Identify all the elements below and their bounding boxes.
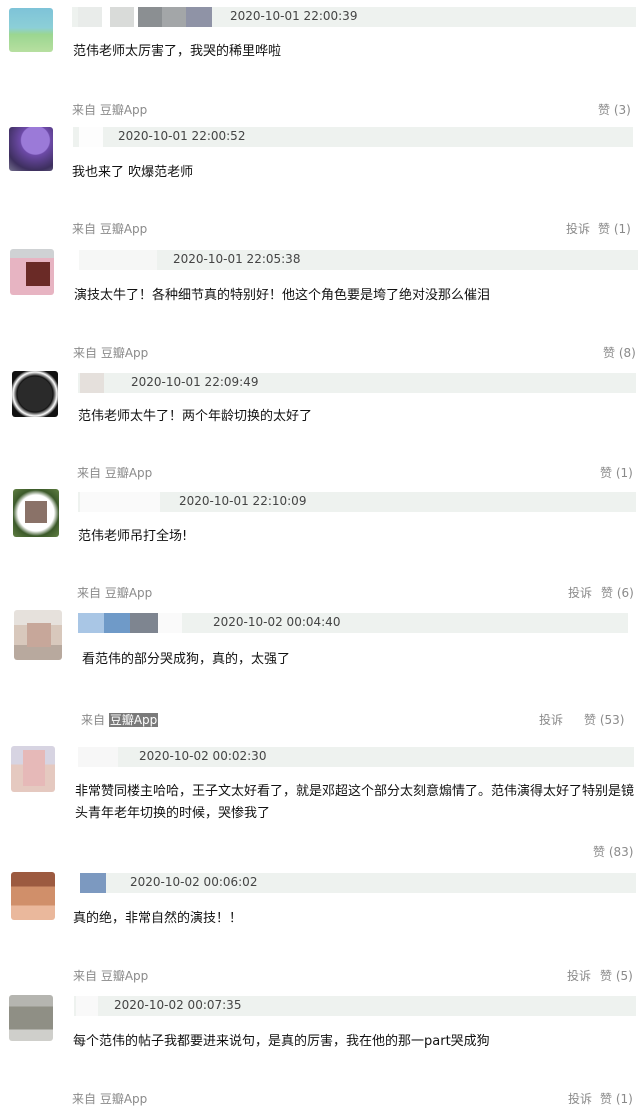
comment-header-bar: 2020-10-01 22:00:52	[73, 127, 633, 147]
comment-footer: 来自 豆瓣App 投诉 赞 (5)	[0, 967, 640, 985]
source-app-link[interactable]: 豆瓣App	[101, 969, 148, 983]
source-label: 来自 豆瓣App	[72, 101, 147, 118]
report-button[interactable]: 投诉	[568, 584, 592, 601]
comment-text: 我也来了 吹爆范老师	[72, 165, 194, 180]
comment-header-bar: 2020-10-01 22:00:39	[72, 7, 636, 27]
avatar[interactable]	[11, 872, 55, 920]
comment-footer: 来自 豆瓣App 赞 (8)	[0, 344, 640, 362]
comment-time: 2020-10-02 00:07:35	[114, 998, 242, 1012]
comment-text: 真的绝，非常自然的演技！！	[73, 911, 243, 926]
comment-text-line: 头青年老年切换的时候，哭惨我了	[75, 806, 271, 821]
redacted-username	[80, 492, 160, 512]
source-label: 来自 豆瓣App	[72, 220, 147, 237]
redacted-username	[79, 127, 103, 147]
comment-time: 2020-10-01 22:00:39	[230, 9, 358, 23]
avatar[interactable]	[11, 746, 55, 792]
comment-header-bar: 2020-10-01 22:09:49	[78, 373, 636, 393]
avatar[interactable]	[13, 489, 59, 537]
source-app-link[interactable]: 豆瓣App	[105, 586, 152, 600]
comment-time: 2020-10-02 00:06:02	[130, 875, 258, 889]
source-app-link[interactable]: 豆瓣App	[105, 466, 152, 480]
avatar-mosaic	[23, 750, 45, 786]
avatar[interactable]	[12, 371, 58, 417]
report-button[interactable]: 投诉	[568, 1090, 592, 1107]
comment-header-bar: 2020-10-01 22:05:38	[79, 250, 638, 270]
source-prefix: 来自	[72, 103, 97, 117]
comment-footer: 来自 豆瓣App 赞 (3)	[0, 101, 640, 119]
redacted-username	[80, 373, 104, 393]
comment-header-bar: 2020-10-02 00:06:02	[80, 873, 636, 893]
avatar-mosaic	[26, 262, 50, 286]
comment-footer: 赞 (83)	[0, 843, 640, 861]
comment-time: 2020-10-01 22:05:38	[173, 252, 301, 266]
report-button[interactable]: 投诉	[567, 967, 591, 984]
source-label: 来自 豆瓣App	[77, 584, 152, 601]
redacted-username	[78, 7, 212, 27]
comment-time: 2020-10-01 22:09:49	[131, 375, 259, 389]
source-label: 来自 豆瓣App	[77, 464, 152, 481]
avatar[interactable]	[14, 610, 62, 660]
comment-header-bar: 2020-10-02 00:02:30	[78, 747, 634, 767]
report-button[interactable]: 投诉	[566, 220, 590, 237]
source-prefix: 来自	[72, 1092, 97, 1106]
comment-footer: 来自 豆瓣App 投诉 赞 (1)	[0, 220, 640, 238]
source-app-link[interactable]: 豆瓣App	[100, 1092, 147, 1106]
comment-time: 2020-10-02 00:02:30	[139, 749, 267, 763]
comment-text: 范伟老师太牛了！两个年龄切换的太好了	[78, 409, 313, 424]
avatar-mosaic	[27, 623, 51, 647]
avatar[interactable]	[10, 249, 54, 295]
avatar[interactable]	[9, 995, 53, 1041]
comment-text: 看范伟的部分哭成狗，真的，太强了	[82, 652, 291, 667]
comment-text-line: 非常赞同楼主哈哈，王子文太好看了，就是邓超这个部分太刻意煽情了。范伟演得太好了特…	[75, 784, 635, 799]
redacted-username	[78, 613, 182, 633]
source-app-link[interactable]: 豆瓣App	[100, 103, 147, 117]
source-prefix: 来自	[72, 222, 97, 236]
source-label: 来自 豆瓣App	[73, 967, 148, 984]
redacted-username	[76, 996, 98, 1016]
source-prefix: 来自	[77, 586, 102, 600]
comment-text: 范伟老师太厉害了，我哭的稀里哗啦	[73, 44, 282, 59]
comment-header-bar: 2020-10-01 22:10:09	[78, 492, 636, 512]
redacted-username	[80, 873, 106, 893]
comment-footer: 来自 豆瓣App 投诉 赞 (53)	[0, 711, 640, 729]
comment-footer: 来自 豆瓣App 赞 (1)	[0, 464, 640, 482]
avatar[interactable]	[9, 127, 53, 171]
avatar[interactable]	[9, 8, 53, 52]
source-prefix: 来自	[73, 969, 98, 983]
like-button[interactable]: 赞 (6)	[601, 584, 634, 601]
source-app-link[interactable]: 豆瓣App	[108, 713, 159, 727]
source-app-link[interactable]: 豆瓣App	[101, 346, 148, 360]
source-prefix: 来自	[81, 713, 106, 727]
comment-text: 演技太牛了！各种细节真的特别好！他这个角色要是垮了绝对没那么催泪	[74, 288, 491, 303]
like-button[interactable]: 赞 (8)	[603, 344, 636, 361]
source-prefix: 来自	[77, 466, 102, 480]
source-label: 来自 豆瓣App	[81, 711, 159, 728]
comment-time: 2020-10-01 22:00:52	[118, 129, 246, 143]
like-button[interactable]: 赞 (3)	[598, 101, 631, 118]
comment-header-bar: 2020-10-02 00:04:40	[78, 613, 628, 633]
comment-time: 2020-10-01 22:10:09	[179, 494, 307, 508]
comment-header-bar: 2020-10-02 00:07:35	[74, 996, 636, 1016]
like-button[interactable]: 赞 (1)	[598, 220, 631, 237]
like-button[interactable]: 赞 (1)	[600, 464, 633, 481]
comment-text: 每个范伟的帖子我都要进来说句，是真的厉害，我在他的那一part哭成狗	[73, 1034, 490, 1049]
like-button[interactable]: 赞 (83)	[593, 843, 633, 860]
source-app-link[interactable]: 豆瓣App	[100, 222, 147, 236]
comment-text: 范伟老师吊打全场!	[78, 529, 188, 544]
comment-footer: 来自 豆瓣App 投诉 赞 (1)	[0, 1090, 640, 1108]
like-button[interactable]: 赞 (53)	[584, 711, 624, 728]
source-label: 来自 豆瓣App	[73, 344, 148, 361]
redacted-username	[79, 250, 157, 270]
like-button[interactable]: 赞 (1)	[600, 1090, 633, 1107]
comment-time: 2020-10-02 00:04:40	[213, 615, 341, 629]
avatar-mosaic	[25, 501, 47, 523]
like-button[interactable]: 赞 (5)	[600, 967, 633, 984]
report-button[interactable]: 投诉	[539, 711, 563, 728]
source-label: 来自 豆瓣App	[72, 1090, 147, 1107]
comment-footer: 来自 豆瓣App 投诉 赞 (6)	[0, 584, 640, 602]
source-prefix: 来自	[73, 346, 98, 360]
redacted-username	[78, 747, 118, 767]
